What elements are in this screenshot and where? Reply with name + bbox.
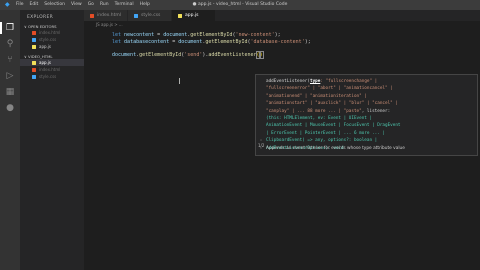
explorer-icon[interactable]: ❐ [5, 23, 15, 33]
menu-help[interactable]: Help [140, 0, 150, 10]
open-editor-item[interactable]: style.css [20, 36, 84, 43]
search-icon[interactable]: ⚲ [5, 39, 15, 49]
tab-label: index.html [97, 13, 121, 18]
js-file-icon [32, 60, 36, 65]
file-item[interactable]: index.html [20, 66, 84, 73]
code-line-2: let databasecontent = document.getElemen… [112, 38, 311, 45]
active-indicator [0, 22, 2, 34]
code-text[interactable]: let newcontent = document.getElementById… [112, 32, 311, 59]
tab-label: app.js [185, 13, 199, 18]
sidebar-title: EXPLORER [27, 15, 54, 20]
menu-view[interactable]: View [71, 0, 82, 10]
editor-tabs: index.html style.css app.js [84, 10, 480, 21]
tab-style-css[interactable]: style.css [128, 10, 172, 21]
overload-switcher[interactable]: ˄ 1/2 ˅ [258, 140, 264, 152]
menu-terminal[interactable]: Terminal [115, 0, 134, 10]
extensions-icon[interactable]: ▦ [5, 87, 15, 97]
code-line-4: document.getElementById('send').addEvent… [112, 50, 264, 59]
code-line-1: let newcontent = document.getElementById… [112, 32, 281, 38]
file-label: style.css [39, 74, 57, 79]
menu-run[interactable]: Run [100, 0, 109, 10]
open-editor-label: app.js [39, 44, 51, 49]
open-editor-label: style.css [39, 37, 57, 42]
tab-index-html[interactable]: index.html [84, 10, 128, 21]
signature-text: addEventListener(type: "fullscreenchange… [266, 79, 401, 151]
file-item[interactable]: app.js [20, 59, 84, 66]
title-bar: ◆ File Edit Selection View Go Run Termin… [0, 0, 480, 10]
tab-label: style.css [141, 13, 161, 18]
remote-icon[interactable]: ● [5, 103, 15, 113]
chevron-down-icon[interactable]: ˅ [258, 148, 264, 152]
run-debug-icon[interactable]: ▷ [5, 71, 15, 81]
explorer-sidebar: EXPLORER ∨ OPEN EDITORS index.html style… [20, 10, 84, 270]
menu-edit[interactable]: Edit [30, 0, 39, 10]
html-file-icon [32, 67, 36, 72]
css-file-icon [134, 13, 138, 18]
menu-go[interactable]: Go [88, 0, 94, 10]
menu-selection[interactable]: Selection [44, 0, 65, 10]
source-control-icon[interactable]: ⑂ [5, 55, 15, 65]
open-editor-label: index.html [39, 30, 61, 35]
file-label: app.js [39, 60, 51, 65]
parameter-hint-popup: addEventListener(type: "fullscreenchange… [255, 74, 478, 156]
breadcrumb[interactable]: JS app.js > ... [96, 22, 123, 27]
activity-bar: ❐ ⚲ ⑂ ▷ ▦ ● [0, 10, 20, 270]
file-label: index.html [39, 67, 61, 72]
open-editor-item[interactable]: index.html [20, 29, 84, 36]
css-file-icon [32, 37, 36, 42]
signature-documentation: Appends an event listener for events who… [266, 146, 405, 151]
js-file-icon [32, 44, 36, 49]
open-editor-item[interactable]: app.js [20, 43, 84, 50]
css-file-icon [32, 74, 36, 79]
js-file-icon [178, 13, 182, 18]
html-file-icon [32, 30, 36, 35]
file-item[interactable]: style.css [20, 73, 84, 80]
menu-file[interactable]: File [16, 0, 24, 10]
tab-app-js[interactable]: app.js [172, 10, 216, 21]
text-cursor [179, 78, 180, 84]
vscode-logo-icon: ◆ [5, 1, 10, 8]
html-file-icon [90, 13, 94, 18]
